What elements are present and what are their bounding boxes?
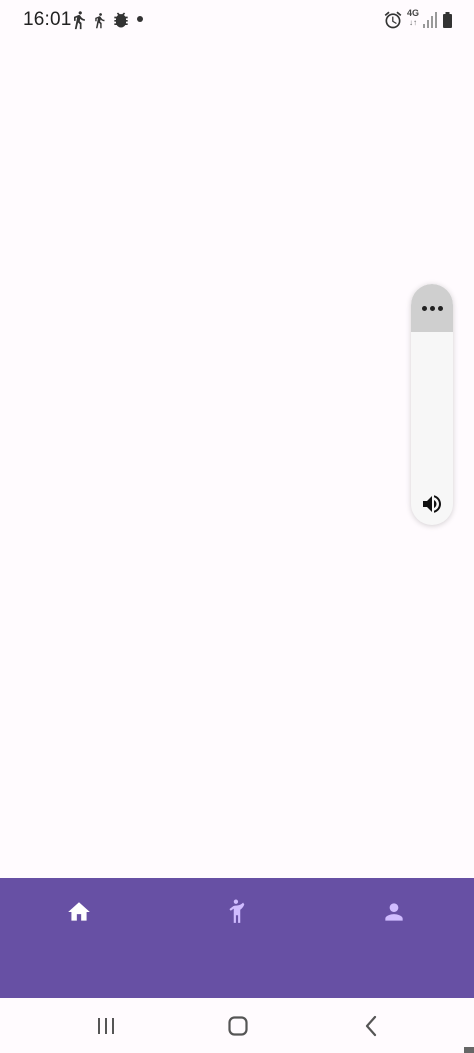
system-navigation-bar [0, 998, 474, 1053]
network-type-label: 4G [406, 8, 419, 18]
nav-item-activity[interactable] [207, 896, 267, 928]
more-dot [421, 305, 427, 311]
nav-item-home[interactable] [49, 896, 109, 928]
person-raise-hand-icon [229, 899, 245, 923]
alarm-icon [383, 10, 403, 30]
bottom-navigation [0, 878, 474, 998]
home-icon [68, 902, 90, 921]
status-time: 16:01 [23, 9, 72, 30]
walking-icon [91, 12, 108, 29]
more-dot [437, 305, 443, 311]
recents-icon[interactable] [92, 1012, 120, 1040]
walking-icon [69, 10, 89, 30]
volume-slider[interactable] [411, 332, 453, 482]
more-horiz-icon[interactable] [411, 284, 453, 332]
volume-up-icon[interactable] [420, 492, 444, 516]
notification-dot [137, 16, 143, 22]
more-dot [429, 305, 435, 311]
back-icon[interactable] [358, 1012, 386, 1040]
corner-indicator [464, 1047, 474, 1053]
person-icon [385, 903, 403, 921]
main-content [0, 40, 474, 878]
status-bar: 16:01 4G ↓↑ [0, 0, 474, 40]
battery-icon [443, 12, 452, 28]
volume-panel [411, 284, 453, 525]
nav-item-profile[interactable] [364, 896, 424, 928]
signal-icon [423, 12, 437, 28]
home-outline-icon[interactable] [224, 1012, 252, 1040]
network-activity-arrows: ↓↑ [409, 18, 417, 27]
settings-bug-icon [111, 10, 131, 30]
